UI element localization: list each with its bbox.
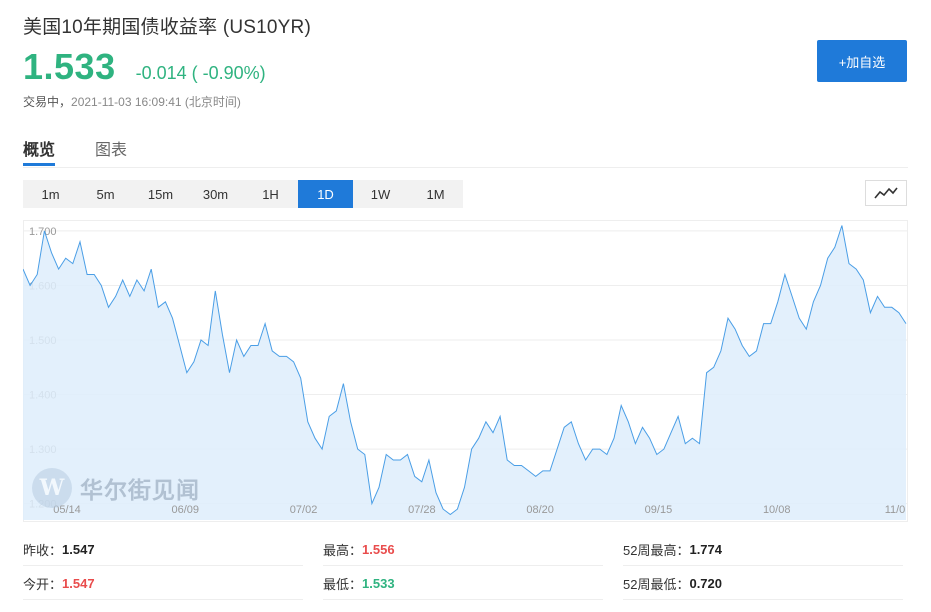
stat-label: 52周最高： bbox=[623, 543, 690, 558]
stat-open: 今开： 1.547 bbox=[23, 568, 303, 600]
y-tick-label: 1.700 bbox=[29, 226, 57, 238]
stat-52w-low: 52周最低： 0.720 bbox=[623, 568, 903, 600]
watermark-logo: W bbox=[32, 468, 72, 508]
price-change: -0.014 ( -0.90%) bbox=[135, 63, 266, 83]
range-5m[interactable]: 5m bbox=[78, 180, 133, 208]
x-tick-label: 07/28 bbox=[408, 504, 436, 516]
stat-label: 最低： bbox=[323, 577, 363, 592]
range-1h[interactable]: 1H bbox=[243, 180, 298, 208]
range-1d[interactable]: 1D bbox=[298, 180, 353, 208]
x-tick-label: 10/08 bbox=[763, 504, 791, 516]
range-1m[interactable]: 1m bbox=[23, 180, 78, 208]
add-watchlist-button[interactable]: +加自选 bbox=[817, 40, 907, 82]
stat-label: 最高： bbox=[323, 543, 363, 558]
trading-status: 交易中 bbox=[23, 95, 60, 109]
x-tick-label: 11/0 bbox=[885, 504, 906, 516]
x-tick-label: 07/02 bbox=[290, 504, 318, 516]
range-1w[interactable]: 1W bbox=[353, 180, 408, 208]
range-15m[interactable]: 15m bbox=[133, 180, 188, 208]
current-price: 1.533 bbox=[23, 46, 116, 87]
stat-value: 1.774 bbox=[689, 542, 723, 557]
stat-52w-high: 52周最高： 1.774 bbox=[623, 534, 903, 566]
stat-label: 今开： bbox=[23, 577, 63, 592]
tab-overview[interactable]: 概览 bbox=[23, 136, 56, 166]
x-tick-label: 08/20 bbox=[526, 504, 554, 516]
status-separator: ， bbox=[59, 95, 72, 109]
page-title: 美国10年期国债收益率 (US10YR) bbox=[23, 17, 311, 38]
stat-value: 0.720 bbox=[689, 576, 723, 591]
x-tick-label: 09/15 bbox=[645, 504, 673, 516]
stat-value: 1.547 bbox=[62, 542, 95, 557]
timestamp: 2021-11-03 16:09:41 (北京时间) bbox=[71, 95, 241, 109]
stats-row: 昨收： 1.547 最高： 1.556 52周最高： 1.774 bbox=[23, 534, 908, 566]
stat-high: 最高： 1.556 bbox=[323, 534, 603, 566]
stat-value: 1.547 bbox=[62, 576, 95, 591]
price-row: 1.533 -0.014 ( -0.90%) bbox=[23, 46, 266, 88]
range-30m[interactable]: 30m bbox=[188, 180, 243, 208]
watermark: W 华尔街见闻 bbox=[32, 468, 200, 508]
stat-value: 1.533 bbox=[362, 576, 395, 591]
watermark-text: 华尔街见闻 bbox=[80, 477, 200, 504]
stat-label: 昨收： bbox=[23, 543, 63, 558]
tab-chart[interactable]: 图表 bbox=[95, 136, 127, 166]
line-chart-icon bbox=[874, 187, 898, 199]
stat-low: 最低： 1.533 bbox=[323, 568, 603, 600]
stat-value: 1.556 bbox=[362, 542, 395, 557]
stat-prev-close: 昨收： 1.547 bbox=[23, 534, 303, 566]
tab-bar: 概览 图表 bbox=[23, 132, 908, 168]
stats-row: 今开： 1.547 最低： 1.533 52周最低： 0.720 bbox=[23, 568, 908, 600]
stat-label: 52周最低： bbox=[623, 577, 690, 592]
time-range-selector: 1m 5m 15m 30m 1H 1D 1W 1M bbox=[23, 180, 463, 208]
range-1mo[interactable]: 1M bbox=[408, 180, 463, 208]
chart-type-toggle[interactable] bbox=[865, 180, 907, 206]
trading-status-row: 交易中，2021-11-03 16:09:41 (北京时间) bbox=[23, 93, 241, 110]
